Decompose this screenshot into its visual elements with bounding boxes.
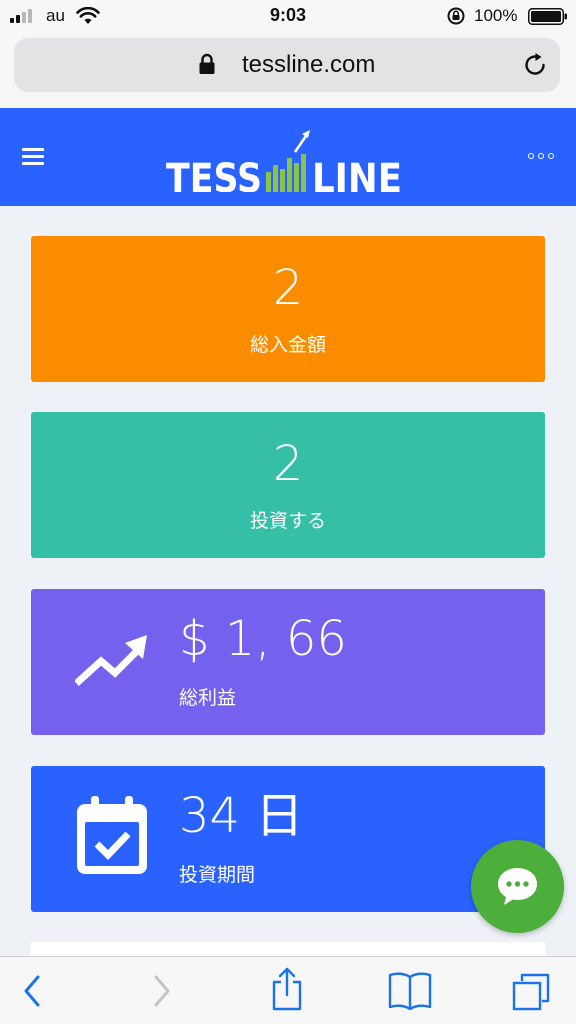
status-bar: au 9:03 100% <box>0 0 576 32</box>
forward-icon[interactable] <box>148 971 174 1011</box>
battery-percentage: 100% <box>474 6 518 25</box>
svg-text:LINE: LINE <box>312 156 402 192</box>
invest-value: 2 <box>272 436 304 492</box>
hamburger-menu-icon[interactable] <box>22 148 44 166</box>
trend-up-icon <box>75 635 147 686</box>
rotation-lock-icon <box>447 7 465 25</box>
investment-period-value: 34 日 <box>179 788 304 844</box>
reload-icon[interactable] <box>522 52 548 78</box>
lock-icon <box>199 53 215 74</box>
bookmarks-icon[interactable] <box>388 971 432 1011</box>
chat-bubble-icon <box>498 868 537 905</box>
site-header: TESS LINE <box>0 108 576 206</box>
chat-button[interactable] <box>471 840 564 933</box>
invest-card: 2 投資する <box>31 412 545 558</box>
investment-period-card: 34 日 投資期間 <box>31 766 545 912</box>
svg-text:TESS: TESS <box>166 156 262 192</box>
total-deposit-label: 総入金額 <box>249 334 326 356</box>
share-icon[interactable] <box>270 967 304 1011</box>
total-profit-card: $ 1, 66 総利益 <box>31 589 545 735</box>
investment-period-label: 投資期間 <box>179 864 256 886</box>
total-deposit-card: 2 総入金額 <box>31 236 545 382</box>
total-deposit-value: 2 <box>272 260 304 316</box>
browser-toolbar <box>0 956 576 1024</box>
back-icon[interactable] <box>20 971 46 1011</box>
tessline-logo[interactable]: TESS LINE <box>164 130 408 192</box>
more-options-icon[interactable] <box>528 153 554 161</box>
next-card-partial <box>31 942 545 956</box>
address-bar[interactable]: tessline.com <box>14 38 560 92</box>
total-profit-value: $ 1, 66 <box>179 611 347 667</box>
url-text[interactable]: tessline.com <box>242 51 375 79</box>
battery-icon <box>528 8 567 25</box>
dashboard-content: 2 総入金額 2 投資する $ 1, 66 総利益 34 日 投資期間 <box>0 206 576 956</box>
address-bar-area: tessline.com <box>0 32 576 108</box>
invest-label: 投資する <box>249 510 326 532</box>
calendar-check-icon <box>77 796 147 874</box>
total-profit-label: 総利益 <box>179 687 237 709</box>
tabs-icon[interactable] <box>510 971 552 1013</box>
